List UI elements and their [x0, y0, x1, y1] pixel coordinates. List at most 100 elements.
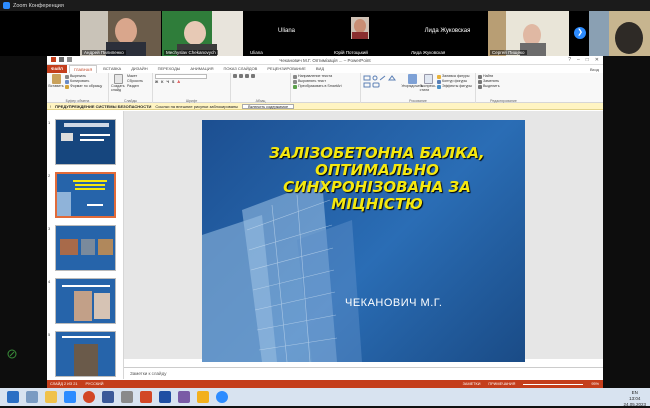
slide-title[interactable]: ЗАЛІЗОБЕТОННА БАЛКА, ОПТИМАЛЬНО СИНХРОНІ… — [257, 145, 497, 213]
shape-effects-button[interactable]: Эффекты фигуры — [437, 84, 472, 89]
file-explorer-icon[interactable] — [45, 391, 57, 403]
chrome-icon[interactable] — [83, 391, 95, 403]
group-clipboard: Вставить Вырезать Копировать Формат по о… — [47, 73, 109, 103]
thumb-number: 4 — [48, 279, 51, 284]
tab-review[interactable]: РЕЦЕНЗИРОВАНИЕ — [263, 65, 309, 73]
close-icon[interactable]: ✕ — [595, 57, 599, 63]
tab-home[interactable]: ГЛАВНАЯ — [68, 65, 98, 73]
participant-name: Юрій Потоцький — [332, 50, 370, 55]
help-icon[interactable]: ? — [568, 57, 571, 63]
quick-styles-label: Экспресс-стили — [419, 84, 437, 92]
participant-video — [589, 11, 650, 56]
participant-video-strip: Андрей Пилипенко Mechyslav Chekanovych U… — [0, 11, 650, 56]
system-tray[interactable]: EN 13:04 24.05.2023 — [623, 390, 646, 408]
status-language[interactable]: РУССКИЙ — [85, 382, 103, 386]
slide-thumbnail[interactable] — [55, 278, 116, 324]
group-text-tools: Направление текста Выровнять текст Преоб… — [291, 73, 361, 103]
smartart-label: Преобразовать в SmartArt — [298, 84, 342, 88]
font-color-icon[interactable]: А — [177, 80, 180, 84]
italic-icon[interactable]: К — [161, 80, 163, 84]
participant-tile[interactable]: Uliana Uliana — [246, 11, 327, 56]
clipboard-group-label: Буфер обмена — [65, 99, 90, 103]
strikethrough-icon[interactable]: S — [172, 80, 174, 84]
tab-insert[interactable]: ВСТАВКА — [99, 65, 125, 73]
bold-icon[interactable]: Ж — [155, 80, 158, 84]
tab-slideshow[interactable]: ПОКАЗ СЛАЙДОВ — [219, 65, 261, 73]
paragraph-buttons — [233, 74, 288, 78]
undo-icon[interactable] — [67, 57, 72, 62]
tray-language[interactable]: EN — [632, 390, 638, 395]
app-icon[interactable] — [102, 391, 114, 403]
select-icon — [478, 84, 482, 89]
account-signin[interactable]: Вход — [590, 67, 603, 72]
slide-thumbnail-selected[interactable] — [55, 172, 116, 218]
section-button[interactable]: Раздел — [127, 84, 143, 89]
app-icon[interactable] — [121, 391, 133, 403]
zoom-slider[interactable] — [523, 383, 584, 385]
app-icon[interactable] — [178, 391, 190, 403]
zoom-titlebar: Zoom Конференция — [0, 0, 650, 11]
tab-view[interactable]: ВИД — [312, 65, 328, 73]
maximize-icon[interactable]: □ — [586, 57, 589, 63]
zoom-left-area — [0, 56, 47, 388]
new-slide-icon — [113, 74, 123, 84]
participant-tile[interactable] — [589, 11, 650, 56]
slide-author[interactable]: ЧЕКАНОВИЧ М.Г. — [345, 297, 442, 309]
powerpoint-taskbar-icon[interactable] — [140, 391, 152, 403]
outline-icon — [437, 79, 441, 84]
thumb-image — [56, 279, 115, 323]
bullets-icon[interactable] — [233, 74, 237, 78]
smartart-button[interactable]: Преобразовать в SmartArt — [293, 84, 358, 89]
participant-tile[interactable]: Андрей Пилипенко — [80, 11, 161, 56]
tab-file[interactable]: ФАЙЛ — [47, 65, 67, 73]
word-icon[interactable] — [159, 391, 171, 403]
current-slide[interactable]: ЗАЛІЗОБЕТОННА БАЛКА, ОПТИМАЛЬНО СИНХРОНІ… — [202, 120, 525, 362]
notes-toggle[interactable]: ЗАМЕТКИ — [463, 382, 481, 386]
paste-label: Вставить — [48, 84, 64, 88]
thumb-image — [56, 332, 115, 376]
arrange-button[interactable]: Упорядочить — [401, 74, 423, 102]
tab-animations[interactable]: АНИМАЦИЯ — [186, 65, 217, 73]
security-warning-bar: ! ПРЕДУПРЕЖДЕНИЕ СИСТЕМЫ БЕЗОПАСНОСТИ Сс… — [47, 103, 603, 110]
zoom-level[interactable]: 95% — [591, 382, 603, 386]
slide-thumbnail[interactable] — [55, 225, 116, 271]
group-slides: Создать слайд Макет Сбросить Раздел Слай… — [109, 73, 153, 103]
format-painter-label: Формат по образцу — [70, 84, 103, 88]
task-view-icon[interactable] — [26, 391, 38, 403]
tab-design[interactable]: ДИЗАЙН — [127, 65, 151, 73]
align-left-icon[interactable] — [245, 74, 249, 78]
comments-toggle[interactable]: ПРИМЕЧАНИЯ — [488, 382, 515, 386]
app-icon[interactable] — [197, 391, 209, 403]
font-name-field[interactable] — [155, 74, 207, 79]
save-icon[interactable] — [59, 57, 64, 62]
align-text-icon — [293, 79, 297, 84]
underline-icon[interactable]: Ч — [166, 80, 169, 84]
drawing-group-label: Рисование — [409, 99, 427, 103]
notes-pane[interactable]: Заметки к слайду — [124, 367, 603, 380]
quick-styles-button[interactable]: Экспресс-стили — [419, 74, 437, 102]
new-slide-button[interactable]: Создать слайд — [111, 74, 125, 102]
format-painter-button[interactable]: Формат по образцу — [65, 84, 102, 89]
select-button[interactable]: Выделить — [478, 84, 529, 89]
participant-tile[interactable]: Юрій Потоцький — [330, 11, 411, 56]
tab-transitions[interactable]: ПЕРЕХОДЫ — [154, 65, 185, 73]
slide-thumbnail[interactable] — [55, 119, 116, 165]
minimize-icon[interactable]: – — [577, 57, 580, 63]
next-participants-button[interactable]: ❯ — [574, 27, 586, 39]
numbering-icon[interactable] — [239, 74, 243, 78]
participant-name: Андрей Пилипенко — [82, 50, 126, 55]
shapes-gallery[interactable] — [363, 74, 403, 94]
slide-thumbnail[interactable] — [55, 331, 116, 377]
font-group-label: Шрифт — [185, 99, 198, 103]
enable-content-button[interactable]: Включить содержимое — [242, 103, 295, 109]
participant-tile[interactable]: Mechyslav Chekanovych — [162, 11, 243, 56]
align-center-icon[interactable] — [251, 74, 255, 78]
participant-tile[interactable]: Лида Жуковская Лида Жуковская — [407, 11, 488, 56]
paste-button[interactable]: Вставить — [48, 74, 64, 102]
start-button-icon[interactable] — [7, 391, 19, 403]
thumb-number: 2 — [48, 173, 51, 178]
participant-tile[interactable]: Сергей Пищеко — [488, 11, 569, 56]
slides-group-label: Слайды — [123, 99, 138, 103]
zoom-taskbar-icon[interactable] — [64, 391, 76, 403]
app-icon[interactable] — [216, 391, 228, 403]
